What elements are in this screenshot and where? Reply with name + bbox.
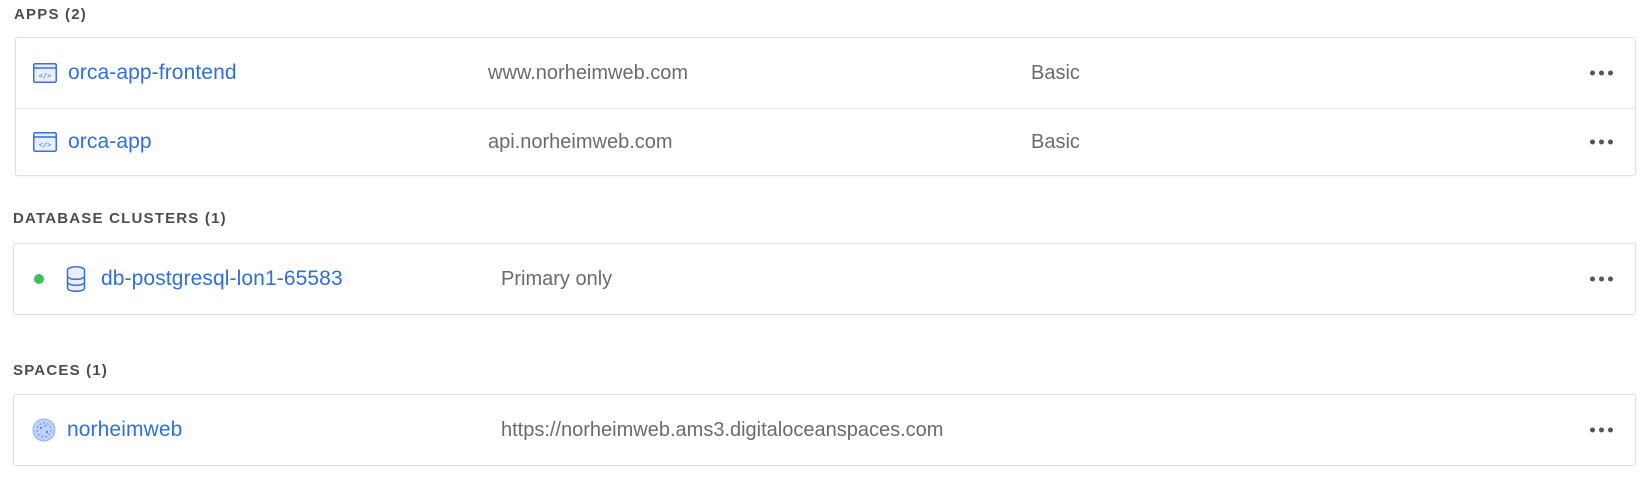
database-clusters-panel: db-postgresql-lon1-65583 Primary only bbox=[13, 243, 1636, 315]
more-actions-button[interactable] bbox=[1590, 139, 1613, 145]
database-mode: Primary only bbox=[501, 267, 613, 290]
svg-text:</>: </> bbox=[39, 141, 52, 149]
space-endpoint: https://norheimweb.ams3.digitaloceanspac… bbox=[501, 418, 944, 441]
app-name-link[interactable]: orca-app-frontend bbox=[68, 38, 237, 108]
app-plan: Basic bbox=[1031, 61, 1080, 84]
app-domain: www.norheimweb.com bbox=[488, 61, 689, 84]
list-item: norheimweb https://norheimweb.ams3.digit… bbox=[14, 395, 1635, 465]
status-online-indicator bbox=[34, 274, 44, 284]
app-name-link[interactable]: orca-app bbox=[68, 109, 152, 175]
app-window-icon: </> bbox=[33, 132, 57, 152]
more-actions-button[interactable] bbox=[1590, 276, 1613, 282]
svg-text:</>: </> bbox=[39, 72, 52, 80]
apps-panel: </> orca-app-frontend www.norheimweb.com… bbox=[15, 37, 1636, 176]
space-name-link[interactable]: norheimweb bbox=[67, 395, 182, 465]
spaces-panel: norheimweb https://norheimweb.ams3.digit… bbox=[13, 394, 1636, 466]
spaces-section-title: SPACES (1) bbox=[13, 362, 109, 379]
list-item: </> orca-app api.norheimweb.com Basic bbox=[16, 108, 1635, 175]
more-actions-button[interactable] bbox=[1590, 70, 1613, 76]
database-icon bbox=[66, 266, 86, 292]
app-plan: Basic bbox=[1031, 130, 1080, 153]
space-icon bbox=[32, 418, 56, 442]
database-clusters-section-title: DATABASE CLUSTERS (1) bbox=[13, 210, 227, 227]
list-item: db-postgresql-lon1-65583 Primary only bbox=[14, 244, 1635, 314]
list-item: </> orca-app-frontend www.norheimweb.com… bbox=[16, 38, 1635, 108]
app-domain: api.norheimweb.com bbox=[488, 130, 673, 153]
apps-section-title: APPS (2) bbox=[14, 6, 87, 23]
app-window-icon: </> bbox=[33, 63, 57, 83]
more-actions-button[interactable] bbox=[1590, 427, 1613, 433]
database-name-link[interactable]: db-postgresql-lon1-65583 bbox=[101, 244, 343, 314]
